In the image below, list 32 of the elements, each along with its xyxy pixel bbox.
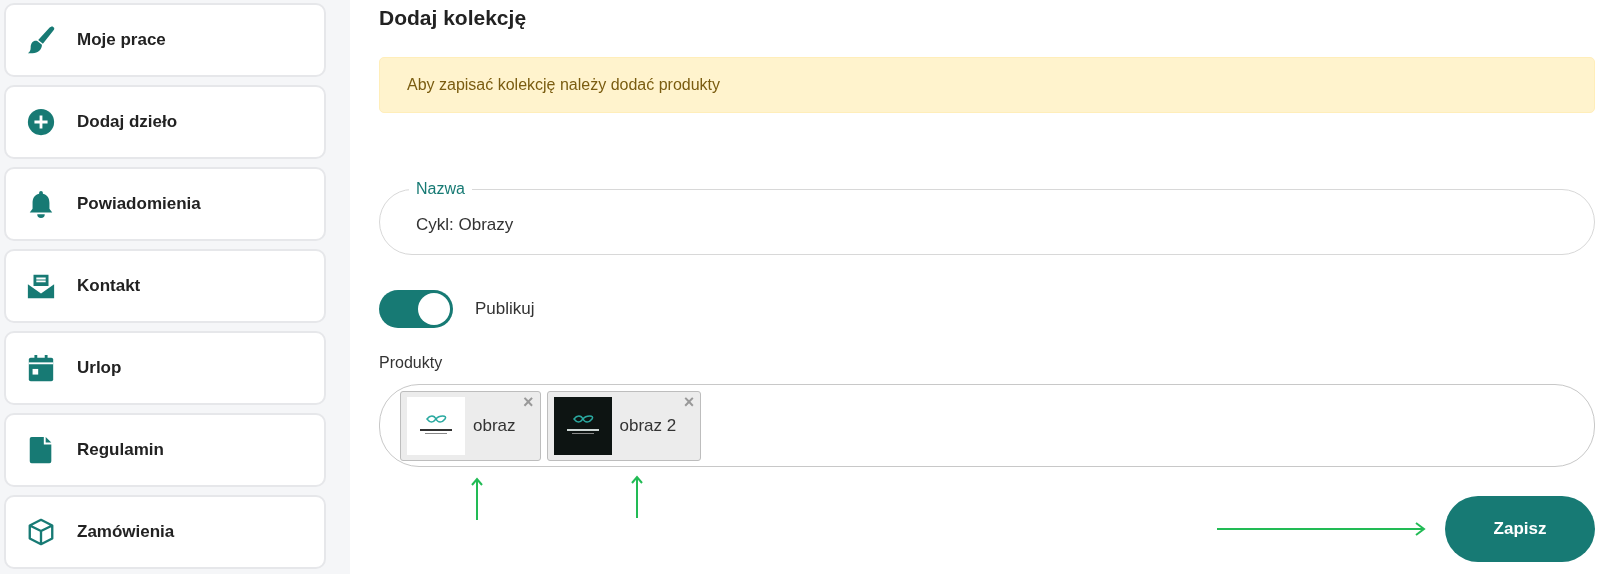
sidebar-item-label: Dodaj dzieło: [77, 111, 178, 134]
calendar-icon: [26, 353, 56, 383]
sidebar-item[interactable]: Dodaj dzieło: [4, 85, 326, 159]
sidebar-item[interactable]: Kontakt: [4, 249, 326, 323]
annotation-arrow: [631, 475, 643, 519]
sidebar-item[interactable]: Moje prace: [4, 3, 326, 77]
sidebar-item[interactable]: Zamówienia: [4, 495, 326, 569]
sidebar-item-label: Moje prace: [77, 29, 166, 52]
field-value: Cykl: Obrazy: [416, 214, 514, 237]
product-name: obraz 2: [619, 414, 677, 437]
sidebar-item[interactable]: Powiadomienia: [4, 167, 326, 241]
sidebar-item-label: Urlop: [77, 357, 122, 380]
toggle-label: Publikuj: [475, 298, 535, 321]
products-field[interactable]: obraz × obraz 2 ×: [379, 384, 1595, 467]
product-chip[interactable]: obraz ×: [400, 390, 541, 461]
save-button[interactable]: Zapisz: [1445, 496, 1595, 562]
product-name: obraz: [473, 414, 516, 437]
plus-icon: [26, 107, 56, 137]
annotation-arrow: [471, 477, 483, 521]
page-title: Dodaj kolekcję: [379, 5, 528, 31]
brush-icon: [26, 25, 56, 55]
products-label: Produkty: [379, 353, 444, 373]
publish-toggle[interactable]: [379, 290, 453, 328]
warning-alert: Aby zapisać kolekcję należy dodać produkty: [379, 57, 1595, 113]
sidebar-item-label: Zamówienia: [77, 521, 175, 544]
sidebar-item[interactable]: Urlop: [4, 331, 326, 405]
cube-icon: [26, 517, 56, 547]
sidebar-item-label: Regulamin: [77, 439, 164, 462]
product-chip[interactable]: obraz 2 ×: [546, 390, 702, 461]
sidebar-item[interactable]: Regulamin: [4, 413, 326, 487]
sidebar-item-label: Kontakt: [77, 275, 141, 298]
sidebar-item-label: Powiadomienia: [77, 193, 201, 216]
